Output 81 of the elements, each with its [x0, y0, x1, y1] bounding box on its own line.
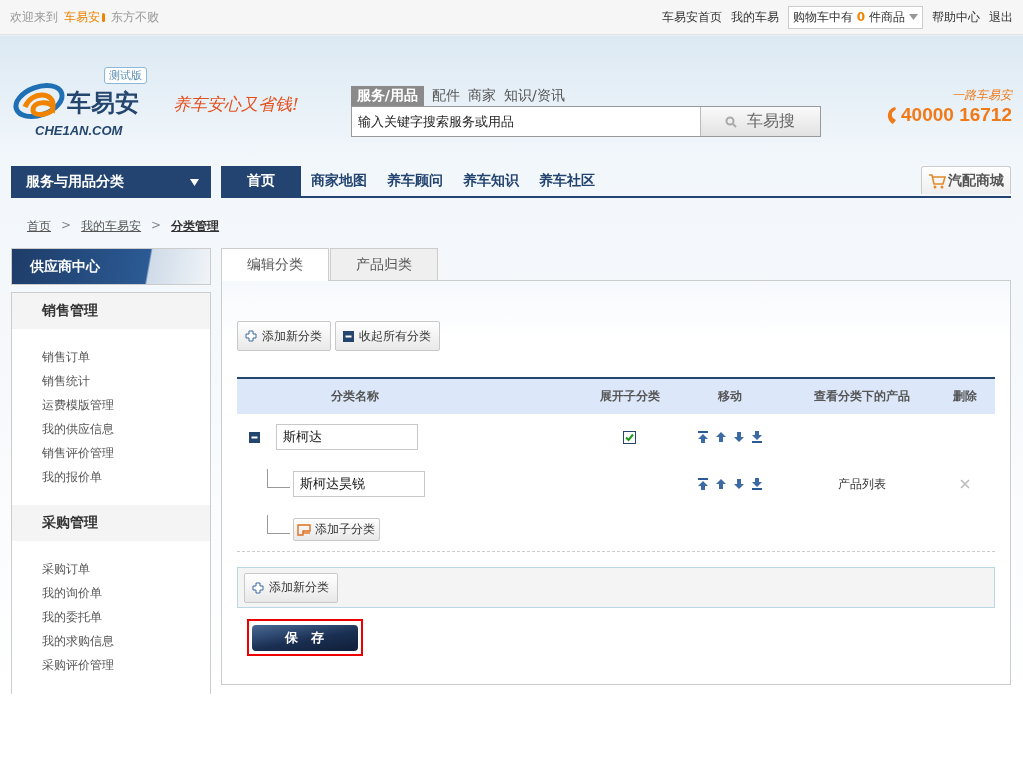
sidebar-link[interactable]: 我的求购信息: [42, 629, 210, 653]
arrow-up-icon[interactable]: [715, 431, 727, 443]
search-tab[interactable]: 商家: [467, 87, 496, 106]
hotline-number: 40000 16712: [901, 104, 1012, 126]
sidebar-header: 供应商中心: [11, 248, 211, 285]
parts-mall-link[interactable]: 汽配商城: [921, 166, 1011, 194]
move-bottom-icon[interactable]: [751, 478, 763, 490]
category-menu[interactable]: 服务与用品分类: [11, 166, 211, 198]
search-field[interactable]: 输入关键字搜索服务或用品 车易搜: [350, 106, 821, 137]
breadcrumb-link[interactable]: 我的车易安: [81, 218, 142, 238]
nav-tab[interactable]: 首页: [221, 166, 301, 196]
plus-icon: [245, 330, 257, 342]
sidebar-link[interactable]: 我的供应信息: [42, 417, 210, 441]
save-button[interactable]: 保 存: [252, 624, 358, 651]
logo-name: 车易安: [67, 88, 139, 117]
tree-connector: [267, 468, 290, 488]
collapse-icon[interactable]: [249, 431, 260, 443]
tree-connector: [267, 515, 290, 534]
arrow-down-icon[interactable]: [733, 478, 745, 490]
category-name-field[interactable]: 斯柯达昊锐: [293, 471, 425, 497]
search-tab[interactable]: 知识/资讯: [503, 87, 565, 106]
add-category-button[interactable]: 添加新分类: [237, 321, 331, 351]
move-bottom-icon[interactable]: [751, 431, 763, 443]
sidebar-link[interactable]: 销售订单: [42, 345, 210, 369]
cart-icon: [928, 172, 946, 189]
breadcrumb-separator: >: [151, 218, 162, 234]
breadcrumb-link[interactable]: 首页: [27, 218, 51, 238]
category-name-field[interactable]: 斯柯达: [276, 424, 418, 450]
subcategory-icon: [297, 523, 311, 536]
section-title: 销售管理: [12, 293, 210, 329]
sidebar-link[interactable]: 采购评价管理: [42, 653, 210, 677]
product-list-link[interactable]: 产品列表: [838, 475, 886, 493]
logo-icon[interactable]: [11, 80, 67, 121]
caret-icon: [190, 178, 199, 186]
top-link[interactable]: 车易安首页: [661, 8, 722, 26]
cart-dropdown[interactable]: 购物车中有 0 件商品: [787, 5, 923, 29]
column-header: 展开子分类: [598, 388, 661, 405]
nav-tab[interactable]: 商家地图: [301, 166, 377, 196]
move-top-icon[interactable]: [697, 431, 709, 443]
top-link[interactable]: 我的车易: [730, 8, 779, 26]
sidebar-link[interactable]: 销售统计: [42, 369, 210, 393]
exclamation-icon: [102, 12, 105, 22]
search-icon: [725, 115, 738, 128]
breadcrumb-link[interactable]: 分类管理: [171, 218, 220, 238]
top-link[interactable]: 退出: [989, 8, 1013, 26]
username-text: 东方不败: [111, 8, 159, 26]
section-title: 采购管理: [12, 505, 210, 541]
hotline-caption: 一路车易安: [952, 87, 1012, 104]
column-header: 移动: [717, 388, 743, 405]
beta-badge: 测试版: [104, 66, 147, 84]
arrow-up-icon[interactable]: [715, 478, 727, 490]
breadcrumb-separator: >: [61, 218, 72, 234]
checkbox[interactable]: [623, 430, 636, 444]
nav-tab[interactable]: 养车知识: [453, 166, 529, 196]
sidebar-link[interactable]: 运费模版管理: [42, 393, 210, 417]
minus-icon: [343, 330, 354, 342]
column-header: 删除: [952, 388, 978, 405]
caret-icon: [909, 14, 918, 20]
welcome-text: 欢迎来到: [10, 8, 58, 26]
nav-tab[interactable]: 养车顾问: [377, 166, 453, 196]
top-link[interactable]: 帮助中心: [932, 8, 980, 26]
nav-tab[interactable]: 养车社区: [529, 166, 605, 196]
editor-tab[interactable]: 编辑分类: [221, 248, 329, 281]
sidebar-link[interactable]: 我的报价单: [42, 465, 210, 489]
sidebar-link[interactable]: 我的询价单: [42, 581, 210, 605]
column-header: 分类名称: [330, 388, 380, 405]
sidebar-link[interactable]: 采购订单: [42, 557, 210, 581]
column-header: 查看分类下的产品: [813, 388, 911, 405]
logo-domain: CHE1AN.COM: [35, 122, 123, 138]
editor-tab[interactable]: 产品归类: [330, 248, 438, 280]
arrow-down-icon[interactable]: [733, 431, 745, 443]
move-top-icon[interactable]: [697, 478, 709, 490]
search-tab[interactable]: 配件: [431, 87, 460, 106]
sidebar-link[interactable]: 销售评价管理: [42, 441, 210, 465]
add-subcategory-button[interactable]: 添加子分类: [293, 518, 380, 541]
slogan-text: 养车安心又省钱!: [173, 93, 299, 116]
plus-icon: [252, 581, 264, 594]
sidebar-link[interactable]: 我的委托单: [42, 605, 210, 629]
collapse-all-button[interactable]: 收起所有分类: [335, 321, 440, 351]
add-category-button[interactable]: 添加新分类: [244, 572, 338, 603]
search-button[interactable]: 车易搜: [699, 107, 820, 136]
